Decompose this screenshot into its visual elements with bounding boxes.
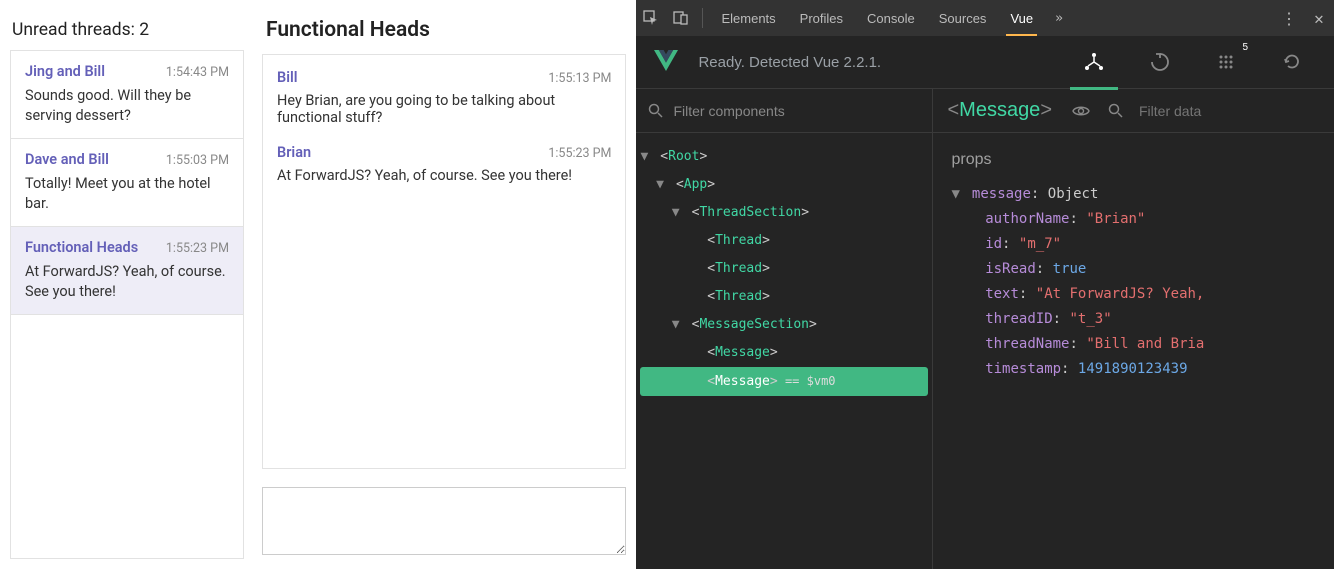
- prop-entry[interactable]: isRead: true: [951, 257, 1316, 282]
- data-filter-input[interactable]: [1139, 103, 1320, 119]
- devtools-tab-vue[interactable]: Vue: [998, 0, 1045, 36]
- scroll-to-component-icon[interactable]: [1072, 102, 1090, 120]
- thread-time: 1:54:43 PM: [166, 65, 229, 80]
- thread-title: Functional Heads: [266, 18, 626, 42]
- message-text: Hey Brian, are you going to be talking a…: [277, 92, 611, 126]
- message-item: Bill 1:55:13 PM Hey Brian, are you going t…: [277, 69, 611, 126]
- devtools-tab-elements[interactable]: Elements: [709, 0, 787, 36]
- devtools-tab-profiles[interactable]: Profiles: [788, 0, 855, 36]
- device-toggle-icon[interactable]: [666, 0, 696, 36]
- events-badge: 5: [1242, 42, 1248, 53]
- thread-time: 1:55:23 PM: [166, 241, 229, 256]
- thread-name: Jing and Bill: [25, 63, 105, 80]
- tree-node-message[interactable]: <Message>: [640, 339, 928, 367]
- message-item: Brian 1:55:23 PM At ForwardJS? Yeah, of co…: [277, 144, 611, 184]
- thread-snippet: Totally! Meet you at the hotel bar.: [25, 174, 229, 213]
- thread-list: Jing and Bill 1:54:43 PM Sounds good. Will…: [10, 50, 244, 559]
- thread-name: Dave and Bill: [25, 151, 109, 168]
- message-section: Functional Heads Bill 1:55:13 PM Hey Brian…: [262, 10, 626, 559]
- selected-component-crumb: <Message>: [947, 99, 1052, 122]
- props-section-header: props: [951, 147, 1316, 172]
- prop-entry[interactable]: threadID: "t_3": [951, 307, 1316, 332]
- search-icon: [1108, 103, 1123, 118]
- vue-logo-icon: [654, 50, 678, 74]
- message-author: Brian: [277, 144, 311, 161]
- thread-time: 1:55:03 PM: [166, 153, 229, 168]
- vue-devtools-header: Ready. Detected Vue 2.2.1. 5: [636, 36, 1334, 89]
- unread-counter: Unread threads: 2: [12, 20, 244, 40]
- message-author: Bill: [277, 69, 298, 86]
- tabs-overflow-icon[interactable]: »: [1045, 11, 1073, 26]
- message-text: At ForwardJS? Yeah, of course. See you t…: [277, 167, 611, 184]
- component-filter-bar: [636, 89, 932, 133]
- message-list: Bill 1:55:13 PM Hey Brian, are you going t…: [262, 54, 626, 469]
- tree-node-messagesection[interactable]: ▼ <MessageSection>: [640, 311, 928, 339]
- component-tree-pane: ▼ <Root> ▼ <App> ▼ <ThreadSection> <Thre…: [636, 89, 933, 569]
- tree-node-root[interactable]: ▼ <Root>: [640, 143, 928, 171]
- devtools-tab-bar: ElementsProfilesConsoleSourcesVue » ⋮ ✕: [636, 0, 1334, 36]
- refresh-tab-icon[interactable]: [1268, 36, 1316, 89]
- tree-node-app[interactable]: ▼ <App>: [640, 171, 928, 199]
- inspect-element-icon[interactable]: [636, 0, 666, 36]
- devtools-tab-sources[interactable]: Sources: [927, 0, 999, 36]
- compose-input[interactable]: [262, 487, 626, 555]
- devtools-panel: ElementsProfilesConsoleSourcesVue » ⋮ ✕ …: [636, 0, 1334, 569]
- inspector-header: <Message>: [933, 89, 1334, 133]
- thread-name: Functional Heads: [25, 239, 138, 256]
- tree-node-thread[interactable]: <Thread>: [640, 283, 928, 311]
- component-inspector-pane: <Message> props ▼ message: Object author…: [933, 89, 1334, 569]
- prop-root[interactable]: ▼ message: Object: [951, 182, 1316, 207]
- events-tab-icon[interactable]: 5: [1202, 36, 1250, 89]
- vuex-tab-icon[interactable]: [1136, 36, 1184, 89]
- thread-sidebar: Unread threads: 2 Jing and Bill 1:54:43 P…: [10, 10, 244, 559]
- tree-node-thread[interactable]: <Thread>: [640, 255, 928, 283]
- props-panel: props ▼ message: Object authorName: "Bri…: [933, 133, 1334, 396]
- prop-entry[interactable]: timestamp: 1491890123439: [951, 357, 1316, 382]
- chat-app: Unread threads: 2 Jing and Bill 1:54:43 P…: [0, 0, 636, 569]
- thread-item[interactable]: Jing and Bill 1:54:43 PM Sounds good. Will…: [11, 51, 243, 139]
- tree-node-threadsection[interactable]: ▼ <ThreadSection>: [640, 199, 928, 227]
- component-filter-input[interactable]: [673, 103, 920, 119]
- thread-snippet: Sounds good. Will they be serving desser…: [25, 86, 229, 125]
- prop-entry[interactable]: id: "m_7": [951, 232, 1316, 257]
- search-icon: [648, 103, 663, 118]
- thread-item[interactable]: Dave and Bill 1:55:03 PM Totally! Meet you…: [11, 139, 243, 227]
- tree-node-message[interactable]: <Message> == $vm0: [640, 367, 928, 396]
- message-time: 1:55:23 PM: [548, 146, 611, 161]
- message-time: 1:55:13 PM: [548, 71, 611, 86]
- vue-status-text: Ready. Detected Vue 2.2.1.: [698, 54, 881, 71]
- thread-item[interactable]: Functional Heads 1:55:23 PM At ForwardJS? …: [11, 227, 243, 315]
- prop-entry[interactable]: authorName: "Brian": [951, 207, 1316, 232]
- prop-entry[interactable]: threadName: "Bill and Bria: [951, 332, 1316, 357]
- tree-node-thread[interactable]: <Thread>: [640, 227, 928, 255]
- devtools-menu-icon[interactable]: ⋮: [1274, 0, 1304, 36]
- compose-area: [262, 487, 626, 559]
- devtools-close-icon[interactable]: ✕: [1304, 0, 1334, 36]
- component-tree: ▼ <Root> ▼ <App> ▼ <ThreadSection> <Thre…: [636, 133, 932, 406]
- devtools-tab-console[interactable]: Console: [855, 0, 927, 36]
- prop-entry[interactable]: text: "At ForwardJS? Yeah,: [951, 282, 1316, 307]
- thread-snippet: At ForwardJS? Yeah, of course. See you t…: [25, 262, 229, 301]
- components-tab-icon[interactable]: [1070, 36, 1118, 89]
